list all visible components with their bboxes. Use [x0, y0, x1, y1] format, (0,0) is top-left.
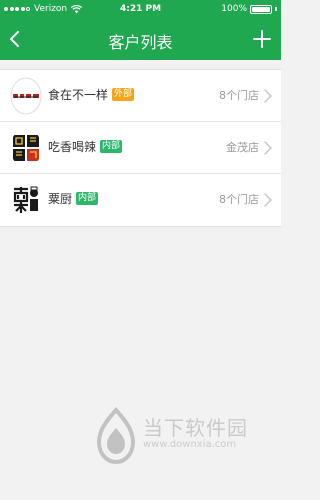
- battery-tip: [275, 7, 277, 11]
- battery-percent: 100%: [221, 4, 247, 14]
- status-bar: Verizon 4:21 PM 100%: [0, 0, 281, 20]
- tag-badge: 外部: [112, 88, 135, 101]
- customer-name-group: 吃香喝辣 内部: [48, 138, 123, 155]
- tag-badge: 内部: [76, 192, 99, 205]
- shizai-logo-icon: [10, 77, 42, 115]
- watermark: 当下软件园 www.downxia.com: [95, 404, 275, 484]
- customer-detail: 金茂店: [226, 141, 259, 154]
- battery-group: 100%: [221, 4, 277, 14]
- chixiang-logo-icon: [10, 129, 42, 167]
- chevron-right-icon: [264, 89, 272, 103]
- chevron-right-icon: [264, 141, 272, 155]
- page-title: 客户列表: [108, 33, 173, 52]
- watermark-name: 当下软件园: [143, 416, 248, 440]
- customer-name-group: 食在不一样 外部: [48, 86, 135, 103]
- chevron-right-icon: [264, 193, 272, 207]
- customer-detail: 8个门店: [219, 89, 259, 102]
- customer-name: 食在不一样: [48, 88, 109, 102]
- customer-detail: 8个门店: [219, 193, 259, 206]
- customer-list: 食在不一样 外部 8个门店 吃香喝辣 内部 金茂店 粟厨 内部 8个门店: [0, 69, 281, 227]
- plus-icon: [253, 30, 271, 48]
- nav-bar: 客户列表: [0, 20, 281, 60]
- add-customer-button[interactable]: [251, 28, 273, 50]
- watermark-logo-icon: [96, 407, 136, 465]
- battery-icon: [250, 4, 272, 14]
- customer-name: 粟厨: [48, 192, 73, 206]
- customer-name: 吃香喝辣: [48, 140, 97, 154]
- customer-row[interactable]: 食在不一样 外部 8个门店: [0, 70, 281, 122]
- tag-badge: 内部: [100, 140, 123, 153]
- watermark-url: www.downxia.com: [143, 439, 237, 450]
- customer-name-group: 粟厨 内部: [48, 190, 99, 207]
- customer-row[interactable]: 吃香喝辣 内部 金茂店: [0, 122, 281, 174]
- suchu-logo-icon: [10, 181, 42, 219]
- customer-row[interactable]: 粟厨 内部 8个门店: [0, 174, 281, 226]
